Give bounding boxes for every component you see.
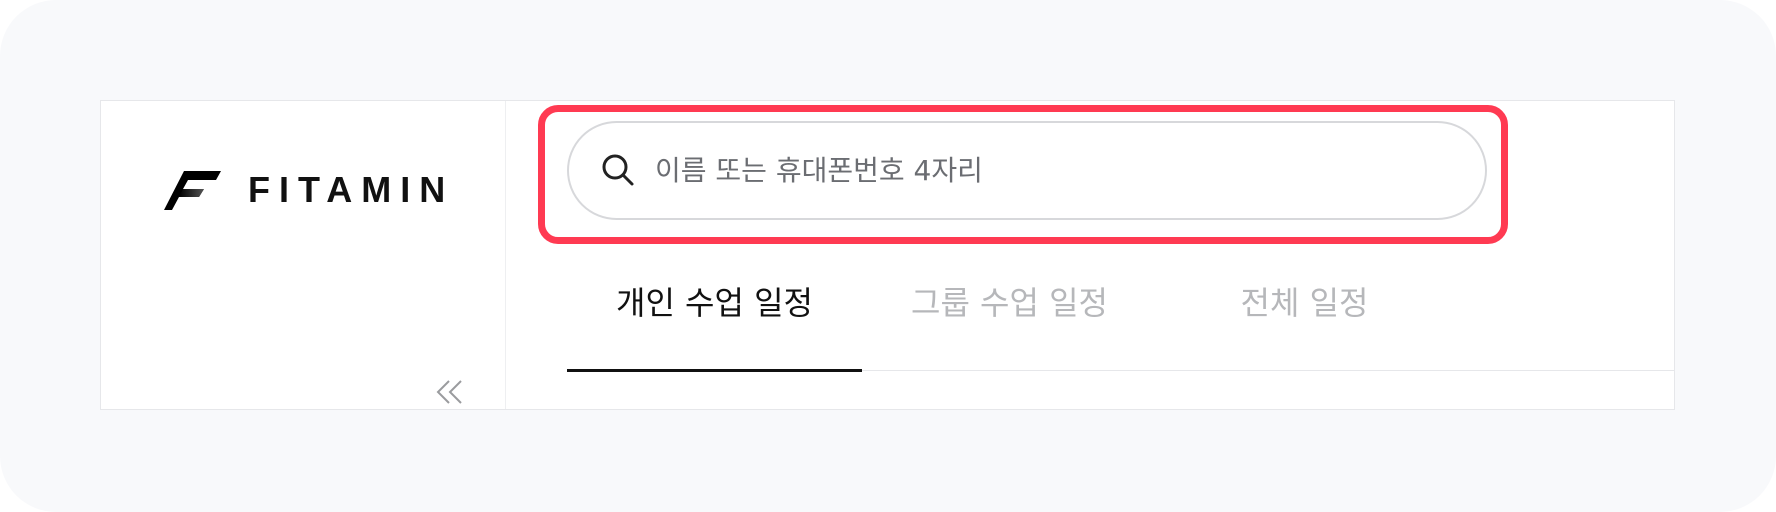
page-background: FITAMIN 개인 수업 일정 그룹 수업 일정 xyxy=(0,0,1776,512)
tab-group-schedule[interactable]: 그룹 수업 일정 xyxy=(862,271,1157,371)
search-icon xyxy=(602,154,634,185)
brand-name: FITAMIN xyxy=(248,169,455,210)
tab-bar: 개인 수업 일정 그룹 수업 일정 전체 일정 xyxy=(567,271,1452,371)
brand-logo[interactable]: FITAMIN xyxy=(164,169,454,211)
app-panel: FITAMIN 개인 수업 일정 그룹 수업 일정 xyxy=(100,100,1675,410)
search-bar[interactable] xyxy=(567,121,1487,220)
active-tab-indicator xyxy=(567,369,862,372)
fitamin-logo-icon xyxy=(164,171,221,210)
sidebar: FITAMIN xyxy=(101,101,506,409)
tab-all-schedule[interactable]: 전체 일정 xyxy=(1157,271,1452,371)
tab-personal-schedule[interactable]: 개인 수업 일정 xyxy=(567,271,862,371)
double-chevron-left-icon xyxy=(436,380,462,404)
main-content: 개인 수업 일정 그룹 수업 일정 전체 일정 xyxy=(506,101,1674,409)
search-input[interactable] xyxy=(653,153,1485,188)
tabs-divider xyxy=(862,370,1674,371)
sidebar-collapse-button[interactable] xyxy=(435,379,465,405)
